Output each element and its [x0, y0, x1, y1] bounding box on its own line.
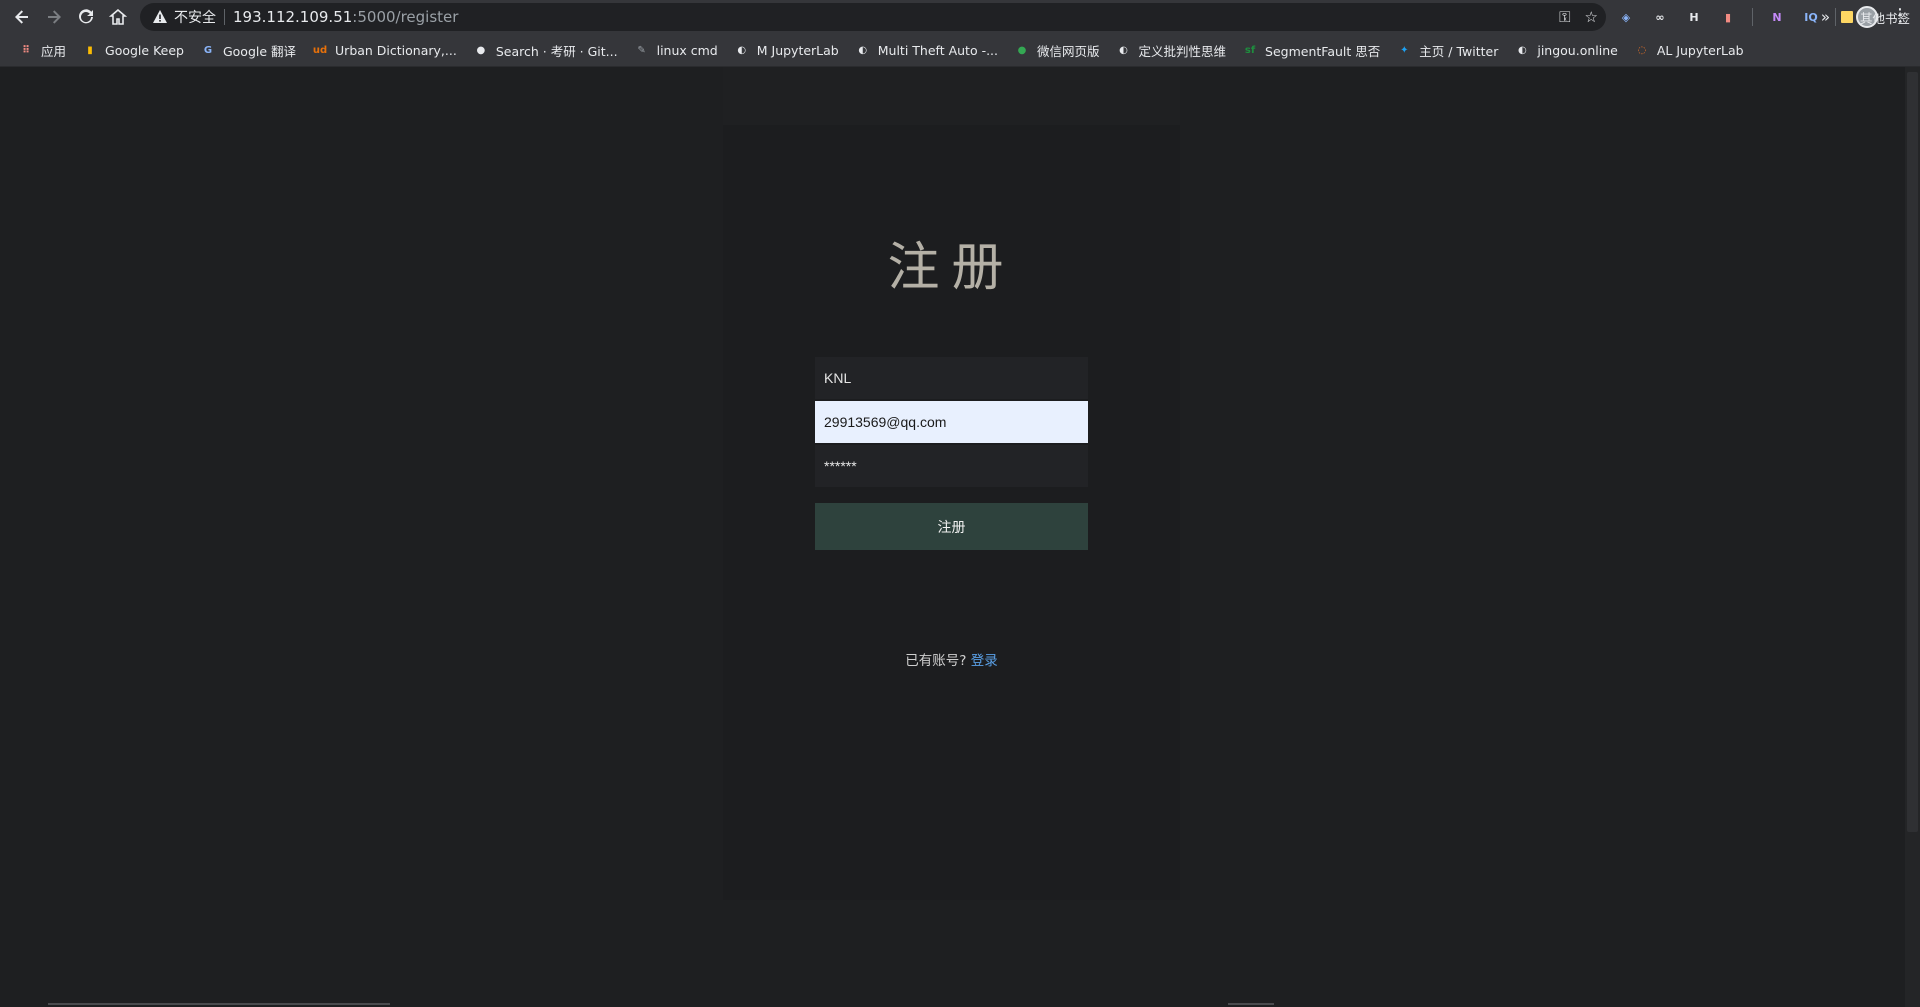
reload-button[interactable]: [70, 1, 102, 33]
browser-toolbar: 不安全 193.112.109.51:5000/register ⚿ ☆ ◈ ∞ H…: [0, 0, 1920, 34]
bookmark-label: Google 翻译: [222, 43, 297, 59]
login-link[interactable]: 登录: [971, 653, 998, 669]
folder-icon: [1840, 11, 1853, 23]
bookmark-label: 应用: [41, 43, 67, 59]
wechat-icon: ●: [1017, 44, 1027, 56]
username-input[interactable]: [815, 357, 1088, 399]
home-icon: [109, 8, 127, 25]
bookmark-label: 定义批判性思维: [1138, 43, 1227, 59]
bookmark-item[interactable]: sf SegmentFault 思否: [1236, 37, 1386, 63]
twitter-icon: ✦: [1400, 44, 1409, 56]
extension-glasses-icon[interactable]: ∞: [1650, 7, 1670, 27]
extensions-bar: ◈ ∞ H ▮ N IQ: [1616, 0, 1836, 34]
bookmark-label: Urban Dictionary,...: [335, 42, 457, 58]
translate-icon: G: [203, 44, 213, 56]
bookmark-item[interactable]: ● Search · 考研 · Git...: [467, 37, 624, 63]
bookmark-item[interactable]: ud Urban Dictionary,...: [306, 37, 463, 63]
bookmark-item[interactable]: ◐ jingou.online: [1508, 37, 1623, 63]
bookmark-item[interactable]: ◐ M JupyterLab: [728, 37, 845, 63]
extensions-divider: [1752, 8, 1753, 26]
bookmark-item[interactable]: G Google 翻译: [194, 37, 302, 63]
address-bar[interactable]: 不安全 193.112.109.51:5000/register ⚿ ☆: [140, 3, 1606, 31]
omnibox-actions: ⚿ ☆: [1559, 3, 1598, 31]
bookmark-item[interactable]: ◌ AL JupyterLab: [1628, 37, 1750, 63]
bookmark-label: Search · 考研 · Git...: [495, 43, 618, 59]
register-title: 注册: [887, 238, 1016, 298]
omnibox-divider: [224, 9, 225, 25]
bookmark-item[interactable]: ◐ 定义批判性思维: [1110, 37, 1233, 63]
bookmark-item[interactable]: ⠿ 应用: [12, 37, 72, 63]
key-icon[interactable]: ⚿: [1559, 8, 1570, 26]
extensions-divider: [1835, 8, 1836, 26]
globe-icon: ◐: [1517, 44, 1527, 56]
github-icon: ●: [476, 44, 486, 56]
bookmarks-bar: ⠿ 应用 ▮ Google Keep G Google 翻译 ud Urban Diction…: [0, 34, 1920, 67]
linux-cmd-icon: ✎: [637, 44, 646, 56]
segmentfault-icon: sf: [1244, 44, 1256, 56]
extension-shield-icon[interactable]: ◈: [1616, 7, 1636, 27]
arrow-left-icon: [15, 10, 28, 24]
warning-triangle-icon: [153, 10, 167, 23]
bookmark-item[interactable]: ✎ linux cmd: [628, 37, 724, 63]
url-host: 193.112.109.51: [233, 8, 353, 26]
bottom-edge-line: [48, 1003, 390, 1005]
login-prompt-line: 已有账号? 登录: [723, 649, 1180, 669]
email-input[interactable]: [815, 401, 1088, 443]
bookmarks-overflow-button[interactable]: »: [1821, 4, 1830, 30]
bookmark-label: AL JupyterLab: [1656, 42, 1744, 58]
star-icon[interactable]: ☆: [1585, 8, 1598, 26]
security-label[interactable]: 不安全: [174, 7, 216, 27]
globe-icon: ◐: [737, 44, 747, 56]
extension-onenote-icon[interactable]: N: [1767, 7, 1787, 27]
bookmark-item[interactable]: ◐ Multi Theft Auto -...: [849, 37, 1004, 63]
back-button[interactable]: [6, 1, 38, 33]
bookmark-label: linux cmd: [656, 42, 718, 58]
register-card: 注册 注册 已有账号? 登录: [723, 125, 1180, 900]
login-prompt-text: 已有账号?: [905, 653, 967, 669]
bookmark-label: SegmentFault 思否: [1265, 43, 1381, 59]
bookmark-item[interactable]: ● 微信网页版: [1008, 37, 1106, 63]
arrow-right-icon: [48, 10, 61, 24]
other-bookmarks-label: 其他书签: [1859, 10, 1910, 26]
globe-icon: ◐: [1119, 44, 1128, 56]
keep-icon: ▮: [87, 44, 93, 56]
reload-icon: [79, 9, 93, 24]
urban-dictionary-icon: ud: [312, 44, 328, 56]
extension-bookmark-icon[interactable]: ▮: [1718, 7, 1738, 27]
apps-grid-icon: ⠿: [22, 44, 30, 56]
bookmark-label: Multi Theft Auto -...: [877, 42, 999, 58]
other-bookmarks-folder[interactable]: 其他书签: [1840, 4, 1910, 30]
bookmark-item[interactable]: ▮ Google Keep: [76, 37, 190, 63]
register-submit-button[interactable]: 注册: [815, 503, 1088, 550]
scrollbar-thumb[interactable]: [1907, 72, 1918, 832]
card-top-shade: [723, 67, 1180, 125]
bookmark-label: 主页 / Twitter: [1419, 43, 1499, 59]
bottom-edge-line-right: [1228, 1003, 1274, 1005]
globe-icon: ◐: [858, 44, 868, 56]
password-input[interactable]: [815, 445, 1088, 487]
bookmark-label: Google Keep: [105, 42, 184, 58]
bookmark-item[interactable]: ✦ 主页 / Twitter: [1390, 37, 1504, 63]
url-path: :5000/register: [352, 8, 459, 26]
extension-h-icon[interactable]: H: [1684, 7, 1704, 27]
home-button[interactable]: [102, 1, 134, 33]
forward-button[interactable]: [38, 1, 70, 33]
bookmark-label: M JupyterLab: [756, 42, 839, 58]
extension-iq-icon[interactable]: IQ: [1801, 7, 1821, 27]
bookmark-label: 微信网页版: [1037, 43, 1100, 59]
jupyter-icon: ◌: [1637, 44, 1647, 56]
bookmark-label: jingou.online: [1537, 42, 1618, 58]
